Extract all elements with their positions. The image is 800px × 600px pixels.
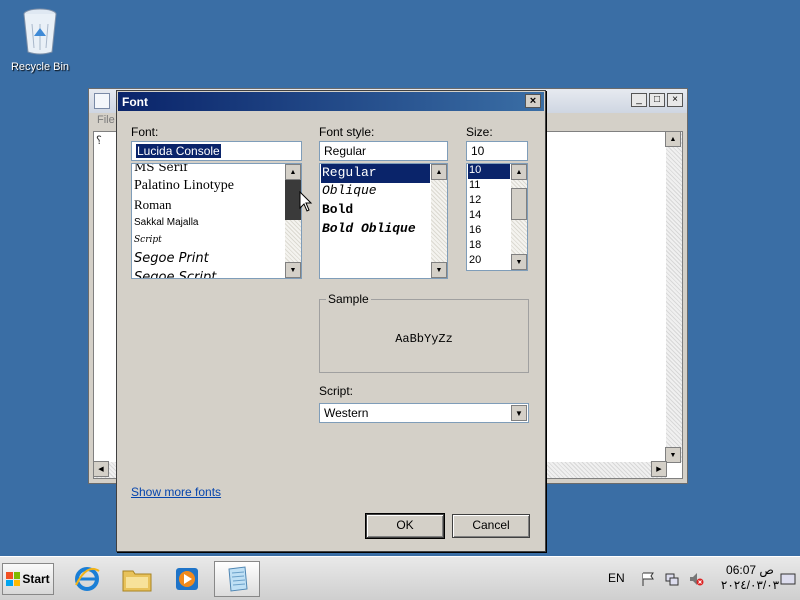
dialog-close-button[interactable]: × [525, 94, 541, 108]
windows-logo-icon [6, 572, 21, 586]
dialog-title-bar[interactable]: Font × [118, 92, 544, 111]
media-player-icon [176, 568, 198, 590]
scroll-down-icon[interactable]: ▼ [665, 447, 681, 463]
font-name-value: Lucida Console [135, 143, 222, 159]
folder-icon [122, 570, 152, 592]
start-button[interactable]: Start [2, 563, 54, 595]
font-style-scrollbar[interactable]: ▲ ▼ [431, 164, 447, 278]
scroll-right-icon[interactable]: ▶ [651, 461, 667, 477]
notepad-content: ؟ [96, 135, 102, 147]
size-input[interactable]: 10 [466, 141, 528, 161]
scroll-up-icon[interactable]: ▲ [511, 164, 527, 180]
scroll-down-icon[interactable]: ▼ [511, 254, 527, 270]
font-dialog[interactable]: Font × Font: Lucida Console MS Serif Pal… [116, 90, 546, 552]
show-more-fonts-link[interactable]: Show more fonts [131, 485, 221, 499]
font-name-input[interactable]: Lucida Console [131, 141, 302, 161]
scroll-up-icon[interactable]: ▲ [285, 164, 301, 180]
script-label: Script: [319, 384, 354, 398]
font-label: Font: [131, 125, 159, 139]
size-list[interactable]: 10 11 12 14 16 18 20 ▲ ▼ [466, 163, 528, 271]
show-desktop-icon[interactable] [780, 571, 796, 587]
taskbar-notepad[interactable] [214, 561, 260, 597]
minimize-button[interactable]: _ [631, 93, 647, 107]
style-option-regular[interactable]: Regular [321, 164, 430, 183]
size-label: Size: [466, 125, 493, 139]
size-option[interactable]: 11 [468, 179, 510, 194]
style-option-oblique[interactable]: Oblique [321, 183, 430, 202]
size-option[interactable]: 10 [468, 164, 510, 179]
maximize-button[interactable]: □ [649, 93, 665, 107]
size-option[interactable]: 20 [468, 254, 510, 269]
font-style-label: Font style: [319, 125, 375, 139]
close-button[interactable]: × [667, 93, 683, 107]
scroll-down-icon[interactable]: ▼ [285, 262, 301, 278]
font-option-segoe-print[interactable]: Segoe Print [133, 251, 284, 270]
style-option-bold-oblique[interactable]: Bold Oblique [321, 221, 430, 240]
taskbar-internet-explorer[interactable] [64, 561, 110, 597]
recycle-bin-icon [23, 8, 57, 55]
font-option-roman[interactable]: Roman [133, 197, 284, 215]
font-option-script[interactable]: Script [133, 232, 284, 251]
recycle-bin-shortcut[interactable]: Recycle Bin [8, 6, 72, 73]
font-style-list[interactable]: Regular Oblique Bold Bold Oblique ▲ ▼ [319, 163, 448, 279]
recycle-bin-label: Recycle Bin [10, 61, 70, 73]
chevron-down-icon[interactable]: ▼ [511, 405, 527, 421]
menu-file[interactable]: File [97, 114, 115, 126]
script-select[interactable]: Western ▼ [319, 403, 529, 423]
font-option-segoe-script[interactable]: Segoe Script [133, 270, 284, 278]
size-option[interactable]: 16 [468, 224, 510, 239]
ok-button[interactable]: OK [365, 513, 445, 539]
script-value: Western [324, 406, 369, 420]
dialog-title: Font [122, 95, 148, 109]
font-list-scrollbar[interactable]: ▲ ▼ [285, 164, 301, 278]
scroll-up-icon[interactable]: ▲ [431, 164, 447, 180]
notepad-icon [228, 566, 248, 592]
font-option-palatino[interactable]: Palatino Linotype [133, 178, 284, 197]
size-option[interactable]: 18 [468, 239, 510, 254]
scroll-left-icon[interactable]: ◀ [93, 461, 109, 477]
taskbar: Start EN 06:07 ص ٢٠٢٤/٠٣/٠٣ [0, 556, 800, 600]
clock-time: 06:07 ص [726, 563, 774, 577]
font-style-input[interactable]: Regular [319, 141, 448, 161]
sample-group: Sample AaBbYyZz [319, 292, 529, 373]
font-list[interactable]: MS Serif Palatino Linotype Roman Sakkal … [131, 163, 302, 279]
internet-explorer-icon [75, 567, 100, 591]
scroll-up-icon[interactable]: ▲ [665, 131, 681, 147]
scroll-down-icon[interactable]: ▼ [431, 262, 447, 278]
size-option[interactable]: 14 [468, 209, 510, 224]
network-icon[interactable] [664, 571, 680, 587]
taskbar-windows-explorer[interactable] [114, 561, 160, 597]
volume-muted-icon[interactable] [688, 571, 704, 587]
notepad-icon [94, 93, 110, 109]
font-option-ms-serif[interactable]: MS Serif [133, 164, 284, 178]
start-label: Start [22, 572, 50, 586]
size-list-scrollbar[interactable]: ▲ ▼ [511, 164, 527, 270]
sample-preview-text: AaBbYyZz [395, 332, 453, 346]
font-option-sakkal-majalla[interactable]: Sakkal Majalla [133, 215, 284, 232]
language-indicator[interactable]: EN [608, 571, 625, 585]
clock-date: ٢٠٢٤/٠٣/٠٣ [720, 578, 780, 592]
flag-icon[interactable] [640, 571, 656, 587]
system-clock[interactable]: 06:07 ص ٢٠٢٤/٠٣/٠٣ [712, 563, 788, 593]
notepad-vertical-scrollbar[interactable]: ▲ ▼ [665, 131, 682, 463]
mouse-cursor-icon [299, 191, 313, 212]
cancel-button[interactable]: Cancel [452, 514, 530, 538]
size-option[interactable]: 12 [468, 194, 510, 209]
sample-label: Sample [326, 292, 371, 306]
taskbar-media-player[interactable] [164, 561, 210, 597]
style-option-bold[interactable]: Bold [321, 202, 430, 221]
size-list-scroll-thumb[interactable] [511, 188, 527, 220]
